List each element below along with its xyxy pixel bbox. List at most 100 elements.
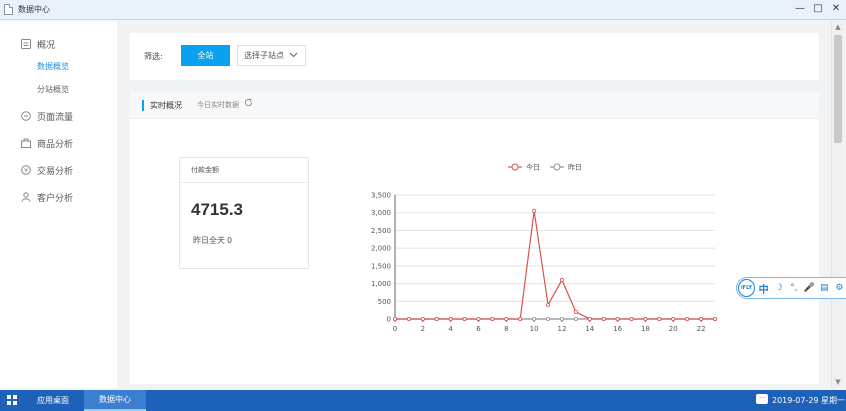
ifly-logo-icon[interactable]: iFLY	[738, 279, 756, 297]
y-tick-label: 0	[387, 316, 391, 324]
sidebar: 概况 数据概览 分站概览 页面流量 商品分析 ¥ 交易分析 客户分析	[0, 21, 117, 388]
taskbar-app-desktop[interactable]: 应用桌面	[24, 390, 82, 411]
keyboard-icon[interactable]: ▤	[818, 283, 831, 293]
section-accent-bar	[142, 100, 144, 111]
x-tick-label: 0	[393, 325, 397, 333]
y-tick-label: 3,500	[371, 192, 391, 200]
sidebar-item-traffic[interactable]: 页面流量	[0, 107, 117, 125]
data-point	[587, 316, 592, 321]
y-tick-label: 2,500	[371, 227, 391, 235]
data-point	[504, 316, 509, 321]
data-point	[393, 316, 398, 321]
ime-toolbar[interactable]: iFLY 中 ☽ °, 🎤 ▤ ⚙	[736, 277, 846, 299]
all-sites-button[interactable]: 全站	[181, 45, 230, 66]
x-tick-label: 22	[697, 325, 706, 333]
legend-label: 昨日	[568, 163, 582, 172]
sidebar-item-label: 概况	[37, 40, 56, 51]
realtime-title: 实时概况	[150, 101, 182, 110]
site-select-placeholder: 选择子站点	[244, 51, 284, 60]
taskbar-clock: 2019-07-29 星期一	[772, 396, 846, 405]
sidebar-item-goods[interactable]: 商品分析	[0, 134, 117, 152]
svg-text:¥: ¥	[24, 167, 28, 174]
data-point	[448, 316, 453, 321]
y-tick-label: 1,000	[371, 280, 391, 288]
sidebar-item-label: 商品分析	[37, 139, 74, 150]
x-tick-label: 16	[613, 325, 622, 333]
data-point	[462, 316, 467, 321]
data-point	[601, 316, 606, 321]
overview-icon	[21, 39, 31, 49]
punctuation-icon[interactable]: °,	[787, 283, 800, 293]
sidebar-item-trade[interactable]: ¥ 交易分析	[0, 161, 117, 179]
document-icon	[4, 4, 13, 15]
taskbar-app-data-center[interactable]: 数据中心	[84, 390, 146, 411]
y-tick-label: 1,500	[371, 262, 391, 270]
payment-header: 付款金额	[180, 158, 308, 183]
data-point	[671, 316, 676, 321]
legend-marker	[511, 163, 519, 171]
data-point	[573, 316, 578, 321]
data-point	[643, 316, 648, 321]
maximize-button[interactable]: □	[812, 2, 824, 16]
data-point	[518, 316, 523, 321]
data-point	[532, 208, 537, 213]
sidebar-subitem-site-overview[interactable]: 分站概览	[37, 84, 69, 95]
yesterday-total: 昨日全天 0	[191, 235, 232, 246]
moon-icon[interactable]: ☽	[772, 283, 785, 293]
y-tick-label: 3,000	[371, 209, 391, 217]
x-tick-label: 2	[421, 325, 425, 333]
data-point	[476, 316, 481, 321]
sidebar-item-label: 客户分析	[37, 193, 74, 204]
data-point	[615, 316, 620, 321]
goods-icon	[21, 138, 31, 148]
data-point	[490, 316, 495, 321]
sidebar-item-label: 交易分析	[37, 166, 74, 177]
x-tick-label: 10	[530, 325, 539, 333]
data-point	[406, 316, 411, 321]
x-tick-label: 8	[504, 325, 508, 333]
data-point	[699, 316, 704, 321]
data-point	[532, 316, 537, 321]
scrollbar-thumb[interactable]	[834, 35, 842, 143]
scroll-up-arrow[interactable]: ▲	[832, 23, 844, 31]
minimize-button[interactable]: —	[794, 2, 806, 16]
x-tick-label: 20	[669, 325, 678, 333]
sidebar-item-customer[interactable]: 客户分析	[0, 188, 117, 206]
x-tick-label: 12	[557, 325, 566, 333]
x-tick-label: 6	[476, 325, 481, 333]
vertical-scrollbar[interactable]: ▲ ▼	[831, 21, 844, 388]
y-tick-label: 500	[378, 298, 391, 306]
close-button[interactable]: ✕	[830, 2, 842, 16]
traffic-icon	[21, 111, 31, 121]
chat-icon[interactable]: ···	[756, 394, 768, 404]
chinese-mode-icon[interactable]: 中	[757, 281, 770, 296]
taskbar: 应用桌面 数据中心 ··· 2019-07-29 星期一	[0, 390, 846, 411]
sidebar-subitem-data-overview[interactable]: 数据概览	[37, 61, 69, 72]
filter-label: 筛选:	[144, 52, 163, 61]
refresh-icon[interactable]	[244, 98, 253, 110]
x-tick-label: 4	[448, 325, 453, 333]
customer-icon	[21, 192, 31, 202]
data-point	[420, 316, 425, 321]
data-point	[434, 316, 439, 321]
data-point	[712, 316, 717, 321]
gear-icon[interactable]: ⚙	[833, 283, 846, 293]
microphone-icon[interactable]: 🎤	[803, 283, 816, 293]
trade-icon: ¥	[21, 165, 31, 175]
realtime-subtitle: 今日实时数据	[197, 101, 239, 109]
data-point	[685, 316, 690, 321]
window-titlebar: 数据中心 — □ ✕	[0, 0, 846, 20]
legend-label: 今日	[526, 163, 540, 172]
site-select[interactable]: 选择子站点	[237, 45, 306, 66]
sidebar-item-overview[interactable]: 概况	[0, 35, 117, 53]
data-point	[629, 316, 634, 321]
filter-card: 筛选: 全站 选择子站点	[130, 33, 819, 80]
y-tick-label: 2,000	[371, 245, 391, 253]
chevron-down-icon	[289, 50, 298, 62]
start-menu-icon[interactable]	[7, 395, 17, 405]
window-title: 数据中心	[18, 5, 50, 14]
window-controls: — □ ✕	[794, 2, 842, 16]
legend-marker	[553, 163, 561, 171]
scroll-down-arrow[interactable]: ▼	[832, 378, 844, 386]
data-point	[573, 309, 578, 314]
